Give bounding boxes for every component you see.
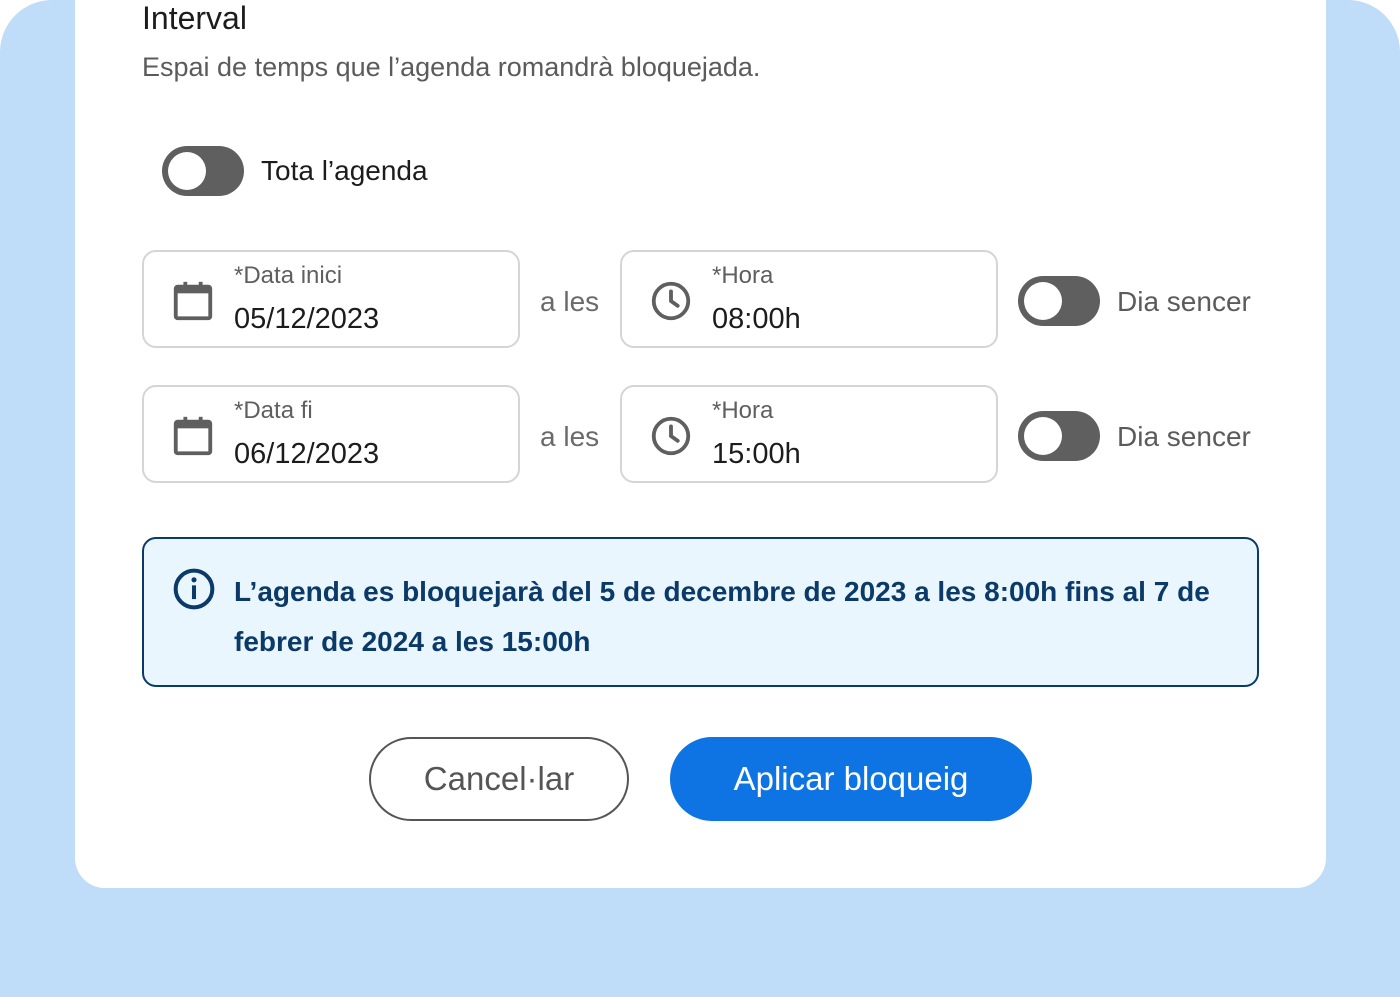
- start-date-value: 05/12/2023: [234, 303, 380, 335]
- start-date-field[interactable]: *Data inici 05/12/2023: [142, 250, 520, 348]
- end-full-day-label: Dia sencer: [1117, 421, 1251, 452]
- start-time-label: *Hora: [712, 262, 774, 289]
- start-time-field[interactable]: *Hora 08:00h: [620, 250, 998, 348]
- end-date-label: *Data fi: [234, 397, 313, 424]
- start-date-label: *Data inici: [234, 262, 343, 289]
- end-date-field[interactable]: *Data fi 06/12/2023: [142, 385, 520, 483]
- toggle-knob: [168, 152, 206, 190]
- start-full-day-label: Dia sencer: [1117, 286, 1251, 317]
- end-time-label: *Hora: [712, 397, 774, 424]
- info-banner: L’agenda es bloquejarà del 5 de decembre…: [142, 537, 1259, 687]
- toggle-knob: [1024, 417, 1062, 455]
- apply-block-button[interactable]: Aplicar bloqueig: [670, 737, 1032, 821]
- clock-icon: [651, 416, 691, 456]
- end-full-day-toggle[interactable]: [1018, 411, 1100, 461]
- calendar-icon: [173, 281, 213, 321]
- start-full-day-toggle[interactable]: [1018, 276, 1100, 326]
- whole-agenda-label: Tota l’agenda: [261, 155, 428, 186]
- end-time-value: 15:00h: [712, 438, 801, 470]
- info-message: L’agenda es bloquejarà del 5 de decembre…: [234, 576, 1210, 657]
- end-connector: a les: [540, 421, 600, 452]
- calendar-icon: [173, 416, 213, 456]
- section-subtitle: Espai de temps que l’agenda romandrà blo…: [142, 52, 761, 82]
- start-connector: a les: [540, 286, 600, 317]
- start-time-value: 08:00h: [712, 303, 801, 335]
- toggle-knob: [1024, 282, 1062, 320]
- cancel-button[interactable]: Cancel·lar: [369, 737, 629, 821]
- section-title: Interval: [142, 0, 247, 36]
- whole-agenda-toggle[interactable]: [162, 146, 244, 196]
- end-time-field[interactable]: *Hora 15:00h: [620, 385, 998, 483]
- end-date-value: 06/12/2023: [234, 438, 380, 470]
- info-icon: [173, 568, 215, 610]
- clock-icon: [651, 281, 691, 321]
